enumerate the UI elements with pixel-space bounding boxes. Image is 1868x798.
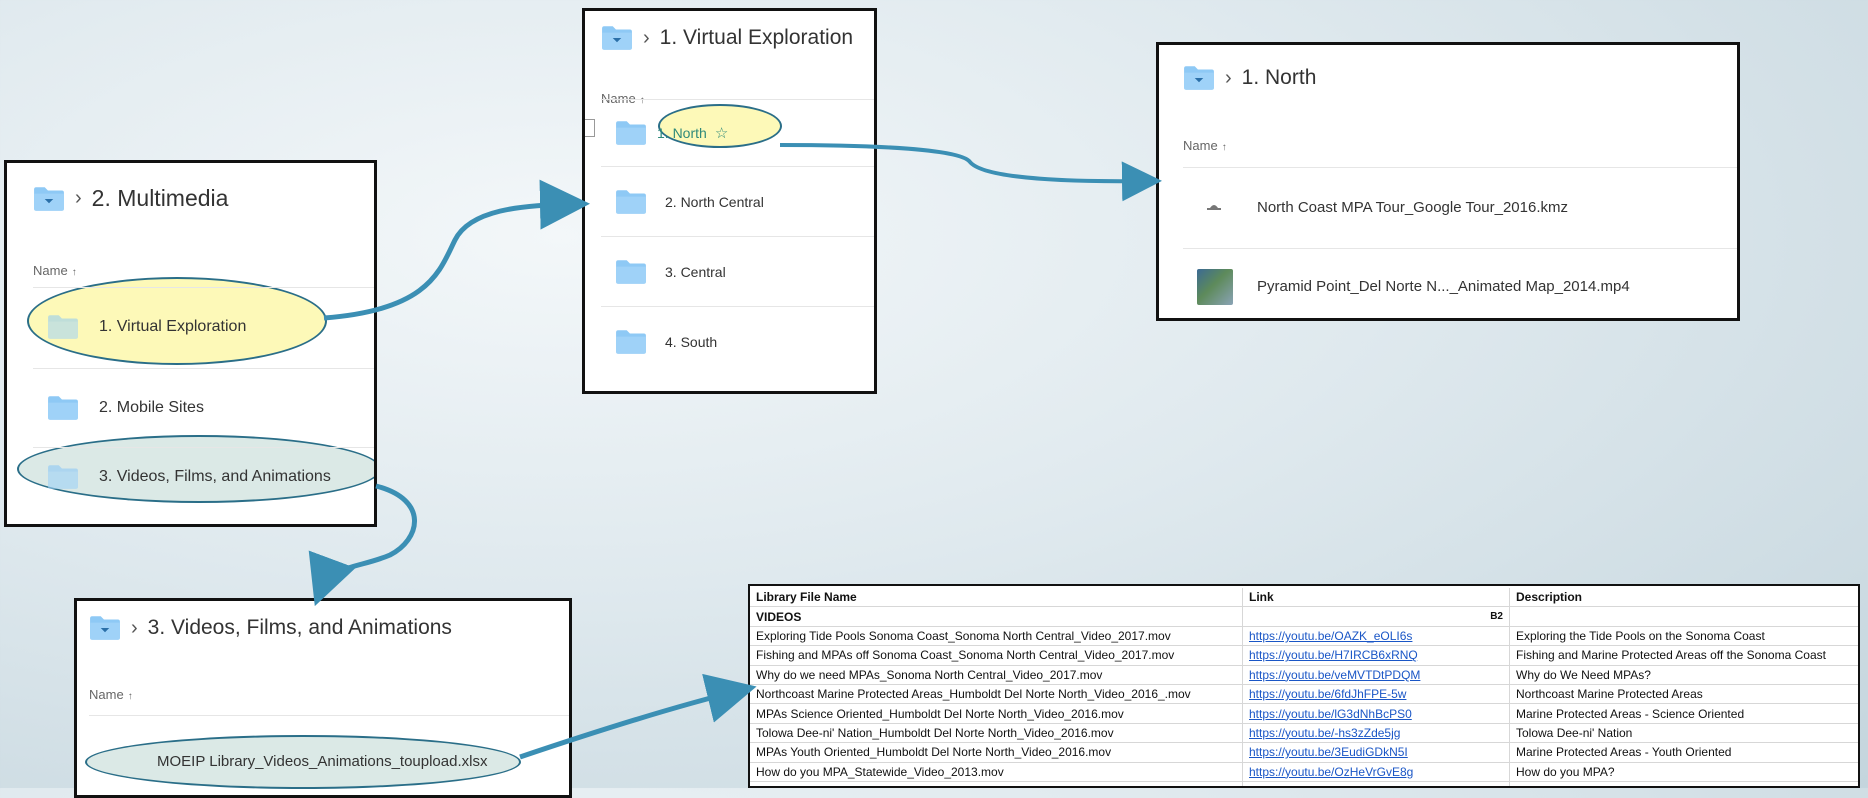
connector-arrows — [308, 143, 1162, 760]
arrow-virtual-to-north — [779, 143, 1162, 202]
arrow-videos-to-spreadsheet — [519, 673, 757, 760]
arrow-multimedia-to-videos — [308, 483, 417, 607]
arrow-multimedia-to-virtual — [323, 179, 590, 321]
